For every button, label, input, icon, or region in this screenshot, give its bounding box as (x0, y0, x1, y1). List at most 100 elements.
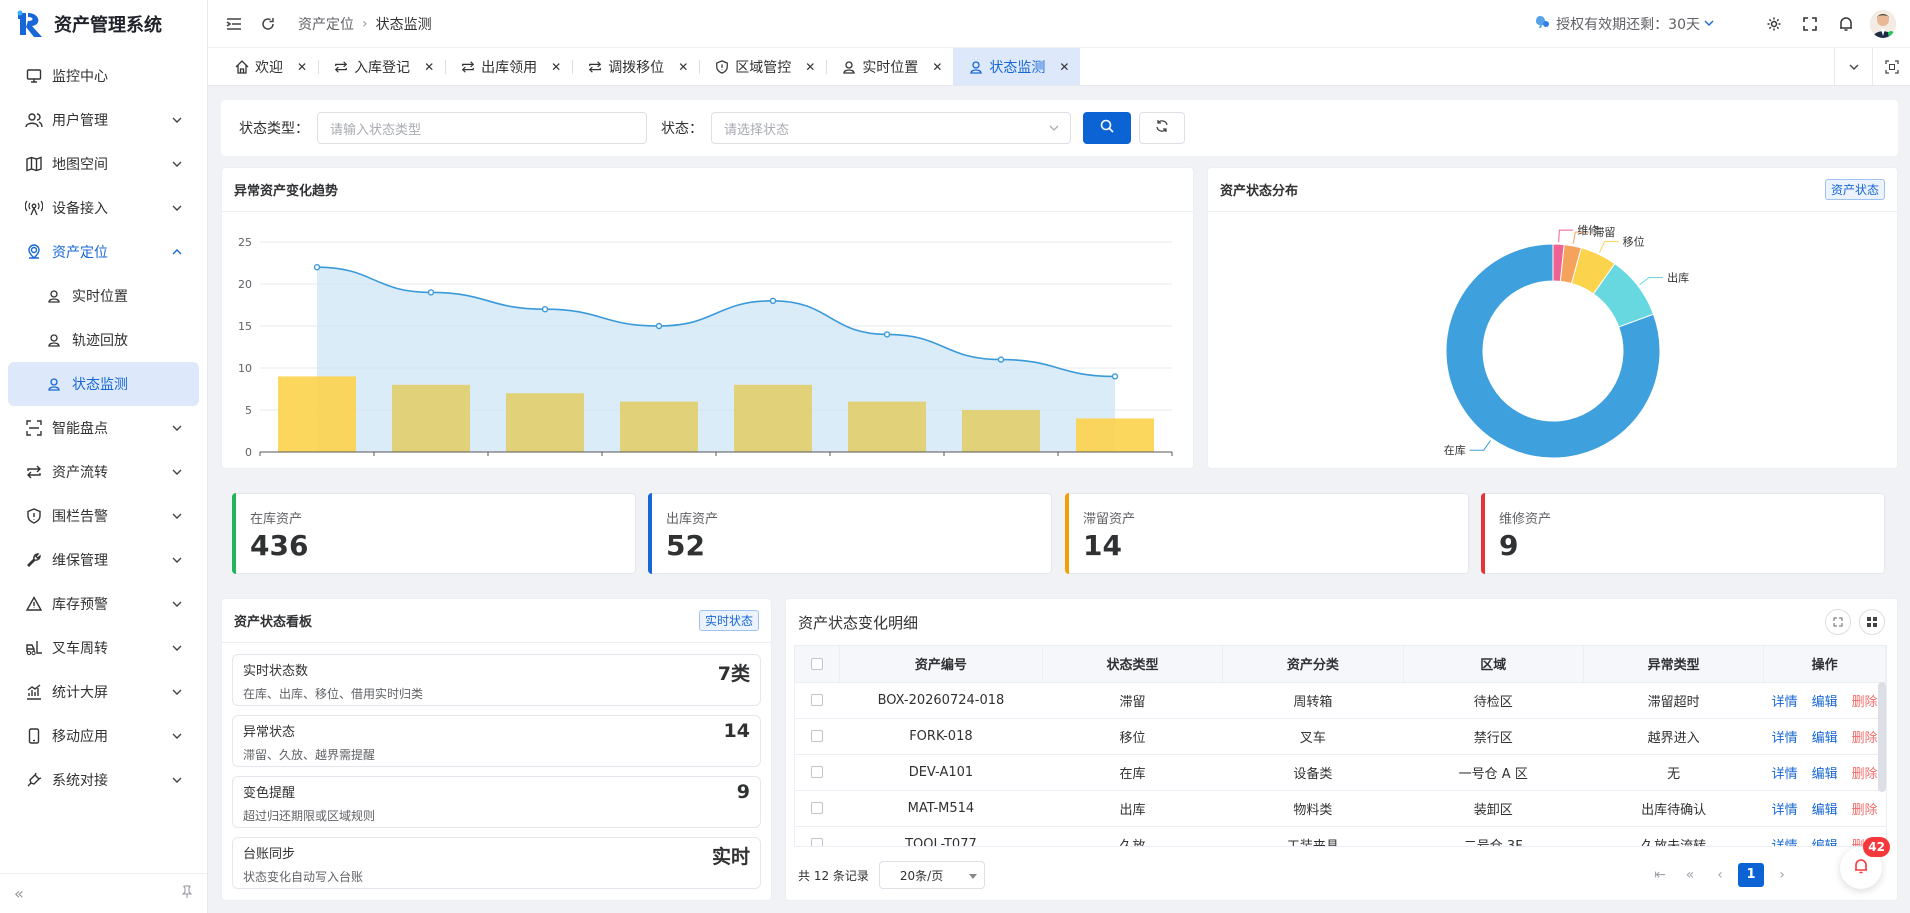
column-header[interactable]: 区域 (1403, 646, 1584, 683)
sidebar-item-1[interactable]: 用户管理 (8, 98, 199, 142)
delete-link[interactable]: 删除 (1852, 803, 1878, 818)
page-size-select[interactable]: 20条/页 (878, 861, 985, 889)
detail-link[interactable]: 详情 (1772, 803, 1798, 818)
column-header[interactable]: 操作 (1763, 646, 1886, 683)
table-row[interactable]: MAT-M514 出库 物料类 装卸区 出库待确认 详情 编辑 删除 (795, 790, 1886, 827)
expand-icon[interactable] (1825, 609, 1851, 635)
close-icon[interactable]: ✕ (932, 60, 942, 74)
row-checkbox[interactable] (795, 754, 840, 791)
edit-link[interactable]: 编辑 (1812, 731, 1838, 746)
search-button[interactable] (1083, 112, 1131, 144)
sidebar-item-2[interactable]: 地图空间 (8, 142, 199, 186)
edit-link[interactable]: 编辑 (1812, 839, 1838, 847)
close-icon[interactable]: ✕ (424, 60, 434, 74)
status-type-input[interactable]: 请输入状态类型 (317, 112, 647, 144)
table-row[interactable]: DEV-A101 在库 设备类 一号仓 A 区无详情 编辑 删除 (795, 754, 1886, 791)
first-page-icon[interactable]: ⇤ (1648, 867, 1672, 883)
tab-6[interactable]: 状态监测 ✕ (953, 48, 1081, 85)
fullscreen-icon[interactable] (1800, 14, 1820, 34)
tab-4[interactable]: 区域管控 ✕ (699, 48, 826, 85)
detail-link[interactable]: 详情 (1772, 731, 1798, 746)
sidebar-item-label: 资产定位 (52, 245, 108, 261)
sidebar-item-16[interactable]: 系统对接 (8, 758, 199, 802)
sidebar-item-3[interactable]: 设备接入 (8, 186, 199, 230)
data-point (1111, 373, 1119, 380)
column-header[interactable]: 资产编号 (839, 646, 1043, 683)
sidebar-item-4[interactable]: 资产定位 (8, 230, 199, 274)
kanban-row-desc: 超过归还期限或区域规则 (243, 809, 376, 823)
delete-link[interactable]: 删除 (1852, 731, 1878, 746)
column-header[interactable]: 异常类型 (1583, 646, 1765, 683)
menu-toggle-icon[interactable] (224, 14, 244, 34)
sidebar-item-8[interactable]: 智能盘点 (8, 406, 199, 450)
sidebar-item-7[interactable]: 状态监测 (8, 362, 199, 406)
app-logo[interactable]: 资产管理系统 (0, 0, 207, 48)
edit-link[interactable]: 编辑 (1812, 695, 1838, 710)
sidebar-item-11[interactable]: 维保管理 (8, 538, 199, 582)
next-page-icon[interactable]: › (1770, 867, 1794, 883)
prev-page-icon[interactable]: ‹ (1708, 867, 1732, 883)
sidebar-item-15[interactable]: 移动应用 (8, 714, 199, 758)
row-checkbox[interactable] (795, 682, 840, 719)
prev-fast-icon[interactable]: « (1678, 867, 1702, 883)
sidebar-item-12[interactable]: 库存预警 (8, 582, 199, 626)
row-checkbox[interactable] (795, 826, 840, 846)
tabs-screenshot-icon[interactable] (1872, 48, 1910, 85)
reset-button[interactable] (1139, 112, 1185, 144)
distribution-card: 资产状态分布 资产状态 在库 出库 移位 滞留 维修 (1207, 167, 1898, 469)
status-select[interactable]: 请选择状态 (711, 112, 1071, 144)
collapse-sidebar-icon[interactable]: « (14, 884, 24, 903)
close-icon[interactable]: ✕ (805, 60, 815, 74)
column-header[interactable]: 状态类型 (1042, 646, 1224, 683)
sidebar-item-14[interactable]: 统计大屏 (8, 670, 199, 714)
tab-2[interactable]: 出库领用 ✕ (445, 48, 572, 85)
edit-link[interactable]: 编辑 (1812, 803, 1838, 818)
close-icon[interactable]: ✕ (297, 60, 307, 74)
delete-link[interactable]: 删除 (1852, 695, 1878, 710)
pin-icon[interactable] (181, 885, 193, 903)
distribution-tag[interactable]: 资产状态 (1824, 179, 1885, 200)
settings-icon[interactable] (1764, 14, 1784, 34)
current-page[interactable]: 1 (1738, 863, 1764, 887)
bell-icon[interactable] (1836, 14, 1856, 34)
table-row[interactable]: BOX-20260724-018 滞留 周转箱 待检区 滞留超时 详情 编辑 删除 (795, 682, 1886, 719)
person-pin-icon (44, 330, 64, 350)
sidebar-item-13[interactable]: 叉车周转 (8, 626, 199, 670)
detail-table-wrap[interactable]: 资产编号 状态类型 资产分类 区域 异常类型 操作 BOX-20260724-018 滞留周… (794, 645, 1887, 847)
tab-5[interactable]: 实时位置 ✕ (826, 48, 953, 85)
edit-link[interactable]: 编辑 (1812, 767, 1838, 782)
tabs-dropdown-icon[interactable] (1834, 48, 1872, 85)
person-pin-icon (44, 374, 64, 394)
select-all-checkbox[interactable] (795, 646, 841, 683)
tab-1[interactable]: 入库登记 ✕ (318, 48, 445, 85)
row-checkbox[interactable] (795, 790, 840, 827)
detail-link[interactable]: 详情 (1772, 767, 1798, 782)
license-info[interactable]: 授权有效期还剩： 30天 (1534, 14, 1714, 34)
table-scrollbar[interactable] (1878, 682, 1886, 792)
breadcrumb-item[interactable]: 资产定位 (298, 14, 354, 34)
table-row[interactable]: FORK-018 移位 叉车 禁行区 越界进入 详情 编辑 删除 (795, 718, 1886, 755)
notification-fab[interactable]: 42 (1840, 837, 1890, 889)
close-icon[interactable]: ✕ (551, 60, 561, 74)
chevron-up-icon (171, 246, 183, 258)
delete-link[interactable]: 删除 (1852, 767, 1878, 782)
sidebar-item-0[interactable]: 监控中心 (8, 54, 199, 98)
tab-3[interactable]: 调拨移位 ✕ (572, 48, 699, 85)
row-checkbox[interactable] (795, 718, 840, 755)
column-header[interactable]: 资产分类 (1222, 646, 1404, 683)
close-icon[interactable]: ✕ (1059, 60, 1069, 74)
detail-link[interactable]: 详情 (1772, 695, 1798, 710)
tab-0[interactable]: 欢迎 ✕ (208, 48, 318, 85)
kanban-tag[interactable]: 实时状态 (698, 610, 759, 631)
table-row[interactable]: TOOL-T077久放工装夹具二号仓 3F久放未流转详情编辑删除 (795, 826, 1886, 847)
sidebar-item-6[interactable]: 轨迹回放 (8, 318, 199, 362)
data-point (655, 322, 663, 330)
sidebar-item-10[interactable]: 围栏告警 (8, 494, 199, 538)
sidebar-item-9[interactable]: 资产流转 (8, 450, 199, 494)
layout-icon[interactable] (1859, 609, 1885, 635)
sidebar-item-5[interactable]: 实时位置 (8, 274, 199, 318)
user-avatar[interactable] (1870, 9, 1896, 38)
detail-link[interactable]: 详情 (1772, 839, 1798, 847)
refresh-icon[interactable] (258, 14, 278, 34)
close-icon[interactable]: ✕ (678, 60, 688, 74)
